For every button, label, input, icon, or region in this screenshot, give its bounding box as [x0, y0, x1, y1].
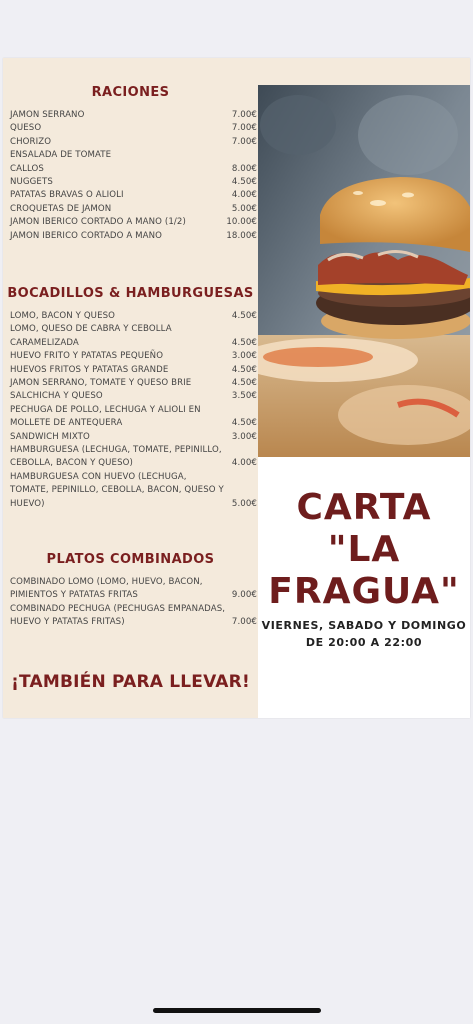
schedule: VIERNES, SABADO Y DOMINGO DE 20:00 A 22:… [258, 617, 470, 651]
menu-item: JAMON IBERICO CORTADO A MANO 18.00€ [10, 230, 257, 243]
menu-item-name: ENSALADA DE TOMATE [10, 150, 112, 161]
home-indicator[interactable] [153, 1008, 321, 1013]
menu-item: JAMON SERRANO, TOMATE Y QUESO BRIE 4.50€ [10, 377, 257, 390]
menu-card: RACIONES JAMON SERRANO 7.00€ QUESO 7.00€ CHO… [3, 58, 470, 718]
menu-item-name: CROQUETAS DE JAMON [10, 203, 112, 214]
menu-item-name: NUGGETS [10, 177, 53, 188]
menu-item: PECHUGA DE POLLO, LECHUGA Y ALIOLI EN MO… [10, 404, 257, 431]
menu-item-price: 4.50€ [231, 378, 257, 389]
menu-item-price: 7.00€ [231, 123, 257, 134]
menu-item-price: 7.00€ [231, 110, 257, 120]
menu-item-name: COMBINADO PECHUGA (PECHUGAS EMPANADAS, H… [10, 603, 226, 628]
menu-item-price: 5.00€ [231, 498, 257, 509]
menu-item-price: 8.00€ [231, 163, 257, 174]
menu-item: ENSALADA DE TOMATE [10, 149, 257, 162]
menu-item: HAMBURGUESA CON HUEVO (LECHUGA, TOMATE, … [10, 471, 257, 511]
menu-item: LOMO, BACON Y QUESO 4.50€ [10, 310, 257, 323]
menu-item: QUESO 7.00€ [10, 122, 257, 135]
menu-item-name: PECHUGA DE POLLO, LECHUGA Y ALIOLI EN MO… [10, 404, 201, 429]
menu-item: CALLOS 8.00€ [10, 163, 257, 176]
menu-item-name: LOMO, QUESO DE CABRA Y CEBOLLA CARAMELIZ… [10, 324, 172, 348]
menu-platos: COMBINADO LOMO (LOMO, HUEVO, BACON, PIMI… [10, 576, 257, 630]
menu-item-name: JAMON IBERICO CORTADO A MANO [10, 230, 163, 241]
menu-item-price: 7.00€ [231, 617, 257, 628]
menu-item-name: CHORIZO [10, 136, 52, 147]
menu-item-name: JAMON IBERICO CORTADO A MANO (1/2) [10, 217, 186, 228]
menu-item-price: 7.00€ [231, 136, 257, 147]
menu-item: HUEVOS FRITOS Y PATATAS GRANDE 4.50€ [10, 364, 257, 377]
menu-item-price: 3.50€ [231, 391, 257, 402]
menu-item-price: 3.00€ [231, 431, 257, 442]
menu-item: LOMO, QUESO DE CABRA Y CEBOLLA CARAMELIZ… [10, 323, 257, 350]
menu-item-name: CALLOS [10, 163, 44, 174]
menu-item-name: QUESO [10, 123, 42, 134]
menu-item: JAMON IBERICO CORTADO A MANO (1/2) 10.00€ [10, 216, 257, 229]
menu-item-price: 4.50€ [231, 337, 257, 348]
menu-item-price: 4.50€ [231, 364, 257, 375]
menu-item: COMBINADO PECHUGA (PECHUGAS EMPANADAS, H… [10, 603, 257, 630]
menu-item-price: 5.00€ [231, 203, 257, 214]
menu-item-name: LOMO, BACON Y QUESO [10, 311, 116, 321]
top-blank-area [0, 0, 473, 58]
menu-item-name: HAMBURGUESA (LECHUGA, TOMATE, PEPINILLO,… [10, 445, 222, 469]
menu-item-price: 10.00€ [226, 217, 257, 228]
menu-item-name: HAMBURGUESA CON HUEVO (LECHUGA, TOMATE, … [10, 471, 224, 509]
menu-item-name: SALCHICHA Y QUESO [10, 391, 103, 402]
carta-title: CARTA "LA FRAGUA" [268, 487, 460, 612]
menu-item: HUEVO FRITO Y PATATAS PEQUEÑO 3.00€ [10, 350, 257, 363]
menu-item-name: PATATAS BRAVAS O ALIOLI [10, 190, 124, 201]
takeaway-banner: ¡TAMBIÉN PARA LLEVAR! [11, 672, 250, 692]
menu-item: SALCHICHA Y QUESO 3.50€ [10, 390, 257, 403]
schedule-hours: DE 20:00 A 22:00 [305, 636, 423, 649]
section-title-platos: PLATOS COMBINADOS [46, 552, 215, 567]
menu-item-price: 4.00€ [231, 190, 257, 201]
menu-item: COMBINADO LOMO (LOMO, HUEVO, BACON, PIMI… [10, 576, 257, 603]
menu-item-name: HUEVO FRITO Y PATATAS PEQUEÑO [10, 351, 164, 362]
menu-item: JAMON SERRANO 7.00€ [10, 109, 257, 122]
menu-item: CROQUETAS DE JAMON 5.00€ [10, 203, 257, 216]
section-title-bocadillos: BOCADILLOS & HAMBURGUESAS [7, 286, 254, 301]
menu-item-price: 4.50€ [231, 418, 257, 429]
menu-item-name: HUEVOS FRITOS Y PATATAS GRANDE [10, 364, 169, 375]
menu-item-price: 18.00€ [226, 230, 257, 241]
section-title-raciones: RACIONES [91, 85, 170, 100]
menu-item: HAMBURGUESA (LECHUGA, TOMATE, PEPINILLO,… [10, 444, 257, 471]
menu-bocadillos: LOMO, BACON Y QUESO 4.50€ LOMO, QUESO DE C… [10, 310, 257, 511]
menu-item-price: 4.00€ [231, 458, 257, 469]
menu-item-price: 3.00€ [231, 351, 257, 362]
menu-list-column: RACIONES JAMON SERRANO 7.00€ QUESO 7.00€ CHO… [3, 58, 258, 718]
menu-item: PATATAS BRAVAS O ALIOLI 4.00€ [10, 189, 257, 202]
menu-item: NUGGETS 4.50€ [10, 176, 257, 189]
menu-item-price: 4.50€ [231, 177, 257, 188]
menu-item-price: 9.00€ [231, 590, 257, 601]
burger-photo [258, 85, 470, 457]
menu-item-name: SANDWICH MIXTO [10, 431, 90, 442]
menu-item: SANDWICH MIXTO 3.00€ [10, 431, 257, 444]
menu-item-name: COMBINADO LOMO (LOMO, HUEVO, BACON, PIMI… [10, 577, 203, 601]
title-panel: CARTA "LA FRAGUA" VIERNES, SABADO Y DOMI… [258, 457, 470, 718]
menu-item: CHORIZO 7.00€ [10, 136, 257, 149]
menu-item-name: JAMON SERRANO [10, 110, 85, 120]
schedule-days: VIERNES, SABADO Y DOMINGO [261, 619, 467, 632]
menu-item-price: 4.50€ [231, 311, 257, 321]
menu-item-name: JAMON SERRANO, TOMATE Y QUESO BRIE [10, 378, 192, 389]
menu-raciones: JAMON SERRANO 7.00€ QUESO 7.00€ CHORIZO 7.00€… [10, 109, 257, 243]
